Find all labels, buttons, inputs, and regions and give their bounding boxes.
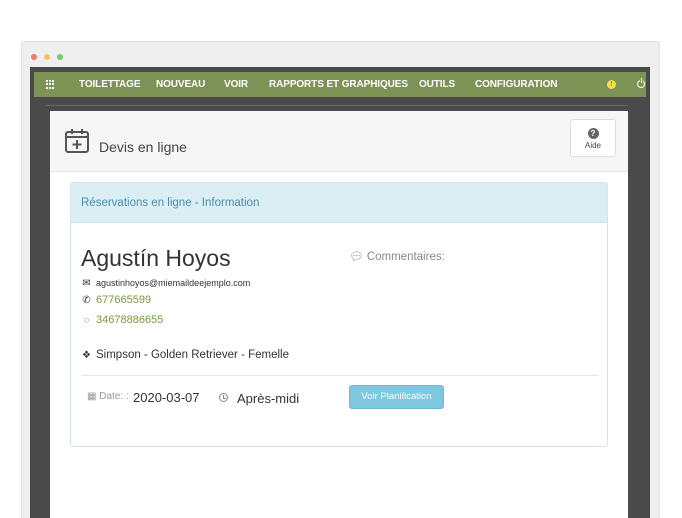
envelope-icon: ✉: [82, 278, 91, 289]
comments-text: Commentaires:: [366, 251, 445, 263]
phone-line[interactable]: ✆ 677665599: [81, 294, 151, 306]
calendar-plus-icon: [65, 129, 89, 153]
content-card: Devis en ligne ? Aide Réservations en li…: [50, 111, 628, 518]
warning-icon[interactable]: !: [607, 80, 616, 89]
nav-item-nouveau[interactable]: NOUVEAU: [156, 79, 205, 90]
card-header: Devis en ligne ? Aide: [50, 111, 628, 172]
date-label-text: Date: :: [99, 391, 129, 402]
help-button[interactable]: ? Aide: [570, 119, 616, 157]
phone-icon: ✆: [82, 295, 91, 306]
separator: [81, 375, 599, 376]
nav-item-configuration[interactable]: CONFIGURATION: [475, 79, 558, 90]
power-icon[interactable]: [637, 78, 645, 88]
date-value: 2020-03-07: [133, 390, 200, 405]
help-label: Aide: [584, 141, 601, 150]
nav-item-outils[interactable]: OUTILS: [419, 79, 455, 90]
maximize-window-dot[interactable]: [57, 54, 63, 60]
nav-item-rapports[interactable]: RAPPORTS ET GRAPHIQUES: [269, 79, 408, 90]
time-value: Après-midi: [237, 391, 300, 406]
minimize-window-dot[interactable]: [44, 54, 50, 60]
close-window-dot[interactable]: [31, 54, 37, 60]
comments-label: 💬︎ Commentaires:: [349, 249, 445, 263]
question-icon: ?: [587, 128, 599, 139]
client-name: Agustín Hoyos: [81, 245, 231, 271]
pet-line: ❖ Simpson - Golden Retriever - Femelle: [81, 349, 289, 361]
page-title: Devis en ligne: [99, 139, 187, 155]
whatsapp-line[interactable]: ◌ 34678886655: [81, 314, 164, 326]
calendar-icon: ▦: [87, 391, 97, 402]
info-panel: Réservations en ligne - Information Agus…: [70, 182, 608, 447]
top-navbar: TOILETTAGE NOUVEAU VOIR RAPPORTS ET GRAP…: [34, 72, 646, 97]
phone-link[interactable]: 677665599: [96, 294, 151, 306]
pet-info: Simpson - Golden Retriever - Femelle: [96, 349, 290, 361]
nav-item-voir[interactable]: VOIR: [224, 79, 248, 90]
whatsapp-link[interactable]: 34678886655: [96, 314, 163, 326]
comment-icon: 💬︎: [349, 251, 364, 263]
panel-title: Réservations en ligne - Information: [81, 197, 260, 209]
grid-icon[interactable]: [46, 80, 55, 89]
email-line: ✉ agustinhoyos@miemaildeejemplo.com: [81, 278, 250, 289]
nav-item-toilettage[interactable]: TOILETTAGE: [79, 79, 141, 90]
clock-icon: [219, 393, 228, 402]
whatsapp-icon: ◌: [83, 315, 90, 326]
email-value: agustinhoyos@miemaildeejemplo.com: [96, 278, 251, 288]
paw-icon: ❖: [82, 350, 91, 361]
date-label: ▦ Date: :: [87, 391, 129, 402]
panel-heading: Réservations en ligne - Information: [71, 183, 607, 223]
divider: [46, 105, 628, 106]
view-planning-button[interactable]: Voir Planification: [349, 385, 444, 409]
